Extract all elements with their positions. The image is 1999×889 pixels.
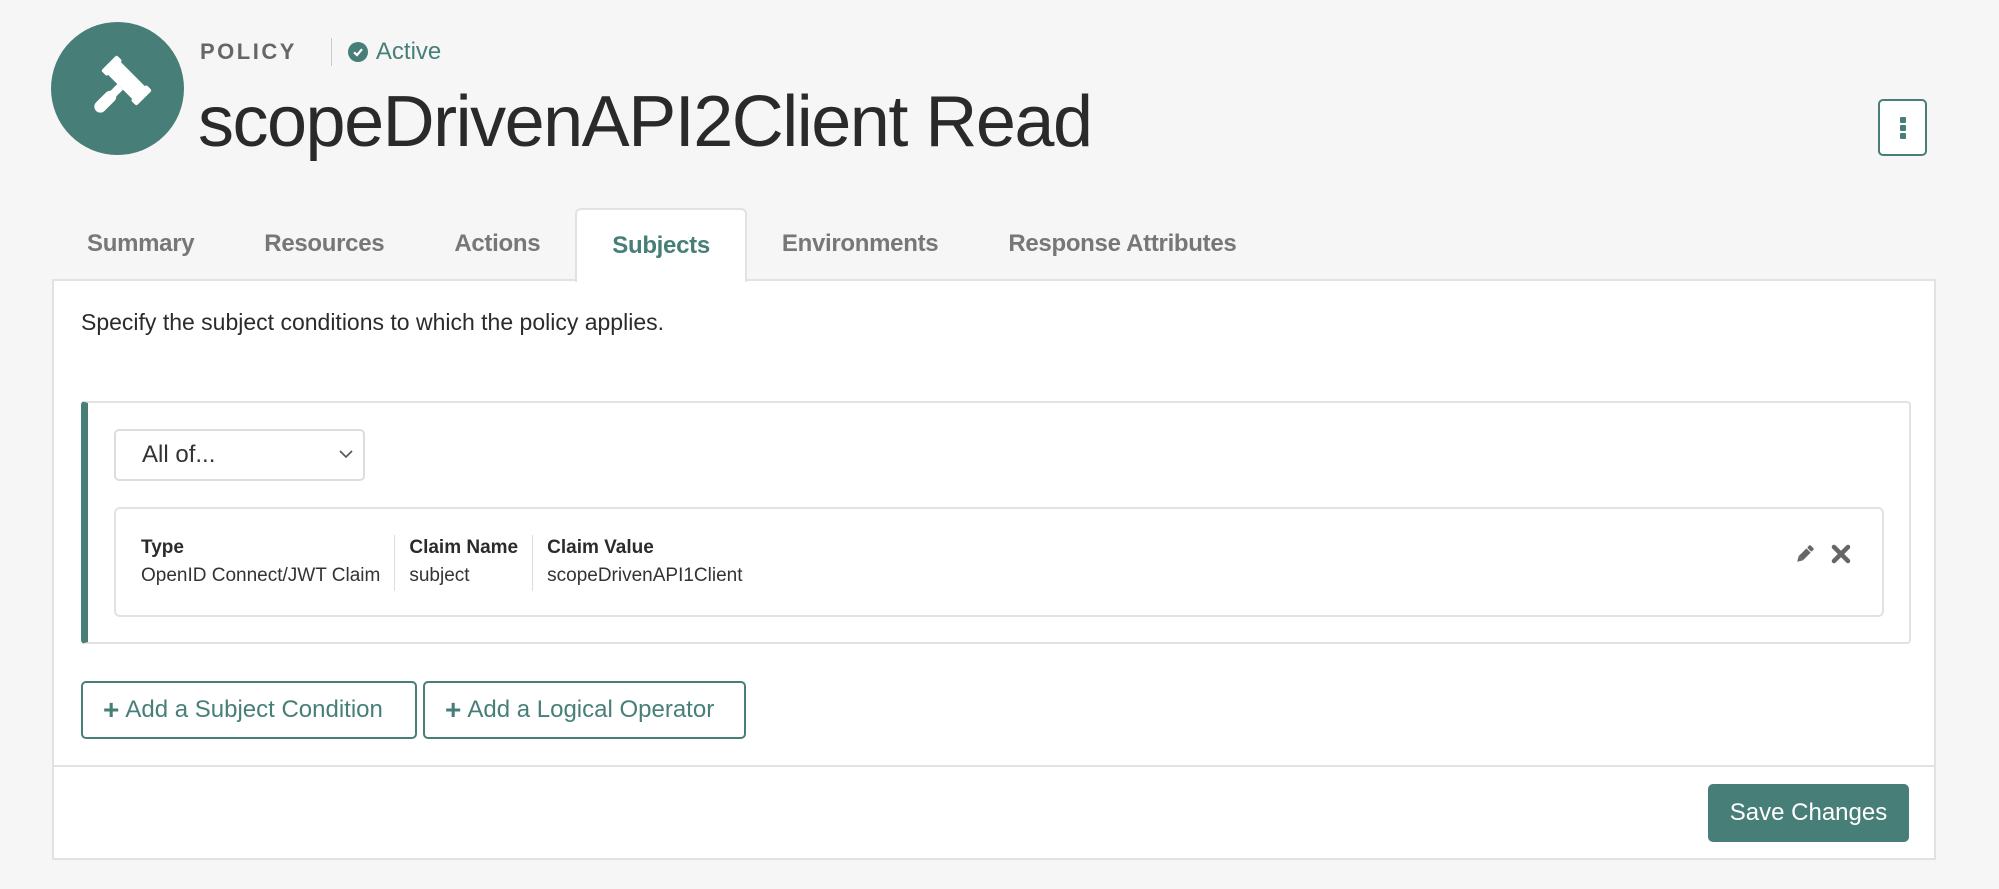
status-text: Active bbox=[375, 38, 442, 65]
policy-gavel-logo bbox=[51, 22, 184, 155]
claim-value-label: Claim Value bbox=[547, 537, 654, 558]
policy-tabs: Summary Resources Actions Subjects Envir… bbox=[52, 208, 1271, 282]
more-actions-button[interactable] bbox=[1878, 99, 1927, 156]
condition-type: Type OpenID Connect/JWT Claim bbox=[141, 535, 394, 591]
close-icon bbox=[1831, 544, 1851, 564]
tab-summary[interactable]: Summary bbox=[52, 208, 229, 280]
claim-name-value: subject bbox=[409, 565, 470, 586]
add-logical-operator-label: Add a Logical Operator bbox=[467, 696, 715, 723]
condition-claim-name: Claim Name subject bbox=[394, 535, 532, 591]
tab-response-attributes[interactable]: Response Attributes bbox=[973, 208, 1271, 280]
operator-selected-value: All of... bbox=[142, 441, 216, 468]
remove-condition-button[interactable] bbox=[1830, 543, 1852, 565]
tab-environments[interactable]: Environments bbox=[747, 208, 973, 280]
kebab-menu-icon bbox=[1899, 116, 1906, 140]
condition-type-value: OpenID Connect/JWT Claim bbox=[141, 565, 381, 586]
status-badge: Active bbox=[347, 38, 442, 66]
subjects-intro-text: Specify the subject conditions to which … bbox=[81, 309, 664, 335]
page-title: scopeDrivenAPI2Client Read bbox=[198, 82, 1093, 162]
tab-subjects[interactable]: Subjects bbox=[575, 208, 747, 282]
logical-operator-group: All of... Type OpenID Connect/JWT Claim … bbox=[81, 401, 1911, 644]
add-logical-operator-button[interactable]: + Add a Logical Operator bbox=[423, 681, 746, 739]
plus-icon: + bbox=[445, 694, 462, 725]
plus-icon: + bbox=[103, 694, 120, 725]
check-circle-icon bbox=[347, 42, 368, 62]
subjects-panel: Specify the subject conditions to which … bbox=[52, 279, 1936, 860]
add-subject-condition-label: Add a Subject Condition bbox=[125, 696, 383, 723]
save-changes-button[interactable]: Save Changes bbox=[1708, 784, 1909, 842]
subject-condition-card: Type OpenID Connect/JWT Claim Claim Name… bbox=[114, 507, 1884, 617]
gavel-icon bbox=[93, 55, 151, 113]
claim-name-label: Claim Name bbox=[409, 537, 519, 558]
tab-resources[interactable]: Resources bbox=[229, 208, 419, 280]
edit-condition-button[interactable] bbox=[1794, 543, 1816, 565]
condition-type-label: Type bbox=[141, 537, 184, 558]
header-eyebrow: POLICY Active bbox=[200, 38, 441, 66]
pencil-icon bbox=[1797, 545, 1814, 562]
logical-operator-select[interactable]: All of... bbox=[114, 429, 365, 481]
condition-claim-value: Claim Value scopeDrivenAPI1Client bbox=[532, 535, 756, 591]
panel-footer: Save Changes bbox=[54, 765, 1934, 860]
entity-type-label: POLICY bbox=[200, 39, 297, 64]
chevron-down-icon bbox=[339, 450, 353, 459]
claim-value-value: scopeDrivenAPI1Client bbox=[547, 565, 743, 586]
tab-actions[interactable]: Actions bbox=[419, 208, 575, 280]
divider bbox=[330, 38, 332, 66]
add-subject-condition-button[interactable]: + Add a Subject Condition bbox=[81, 681, 417, 739]
